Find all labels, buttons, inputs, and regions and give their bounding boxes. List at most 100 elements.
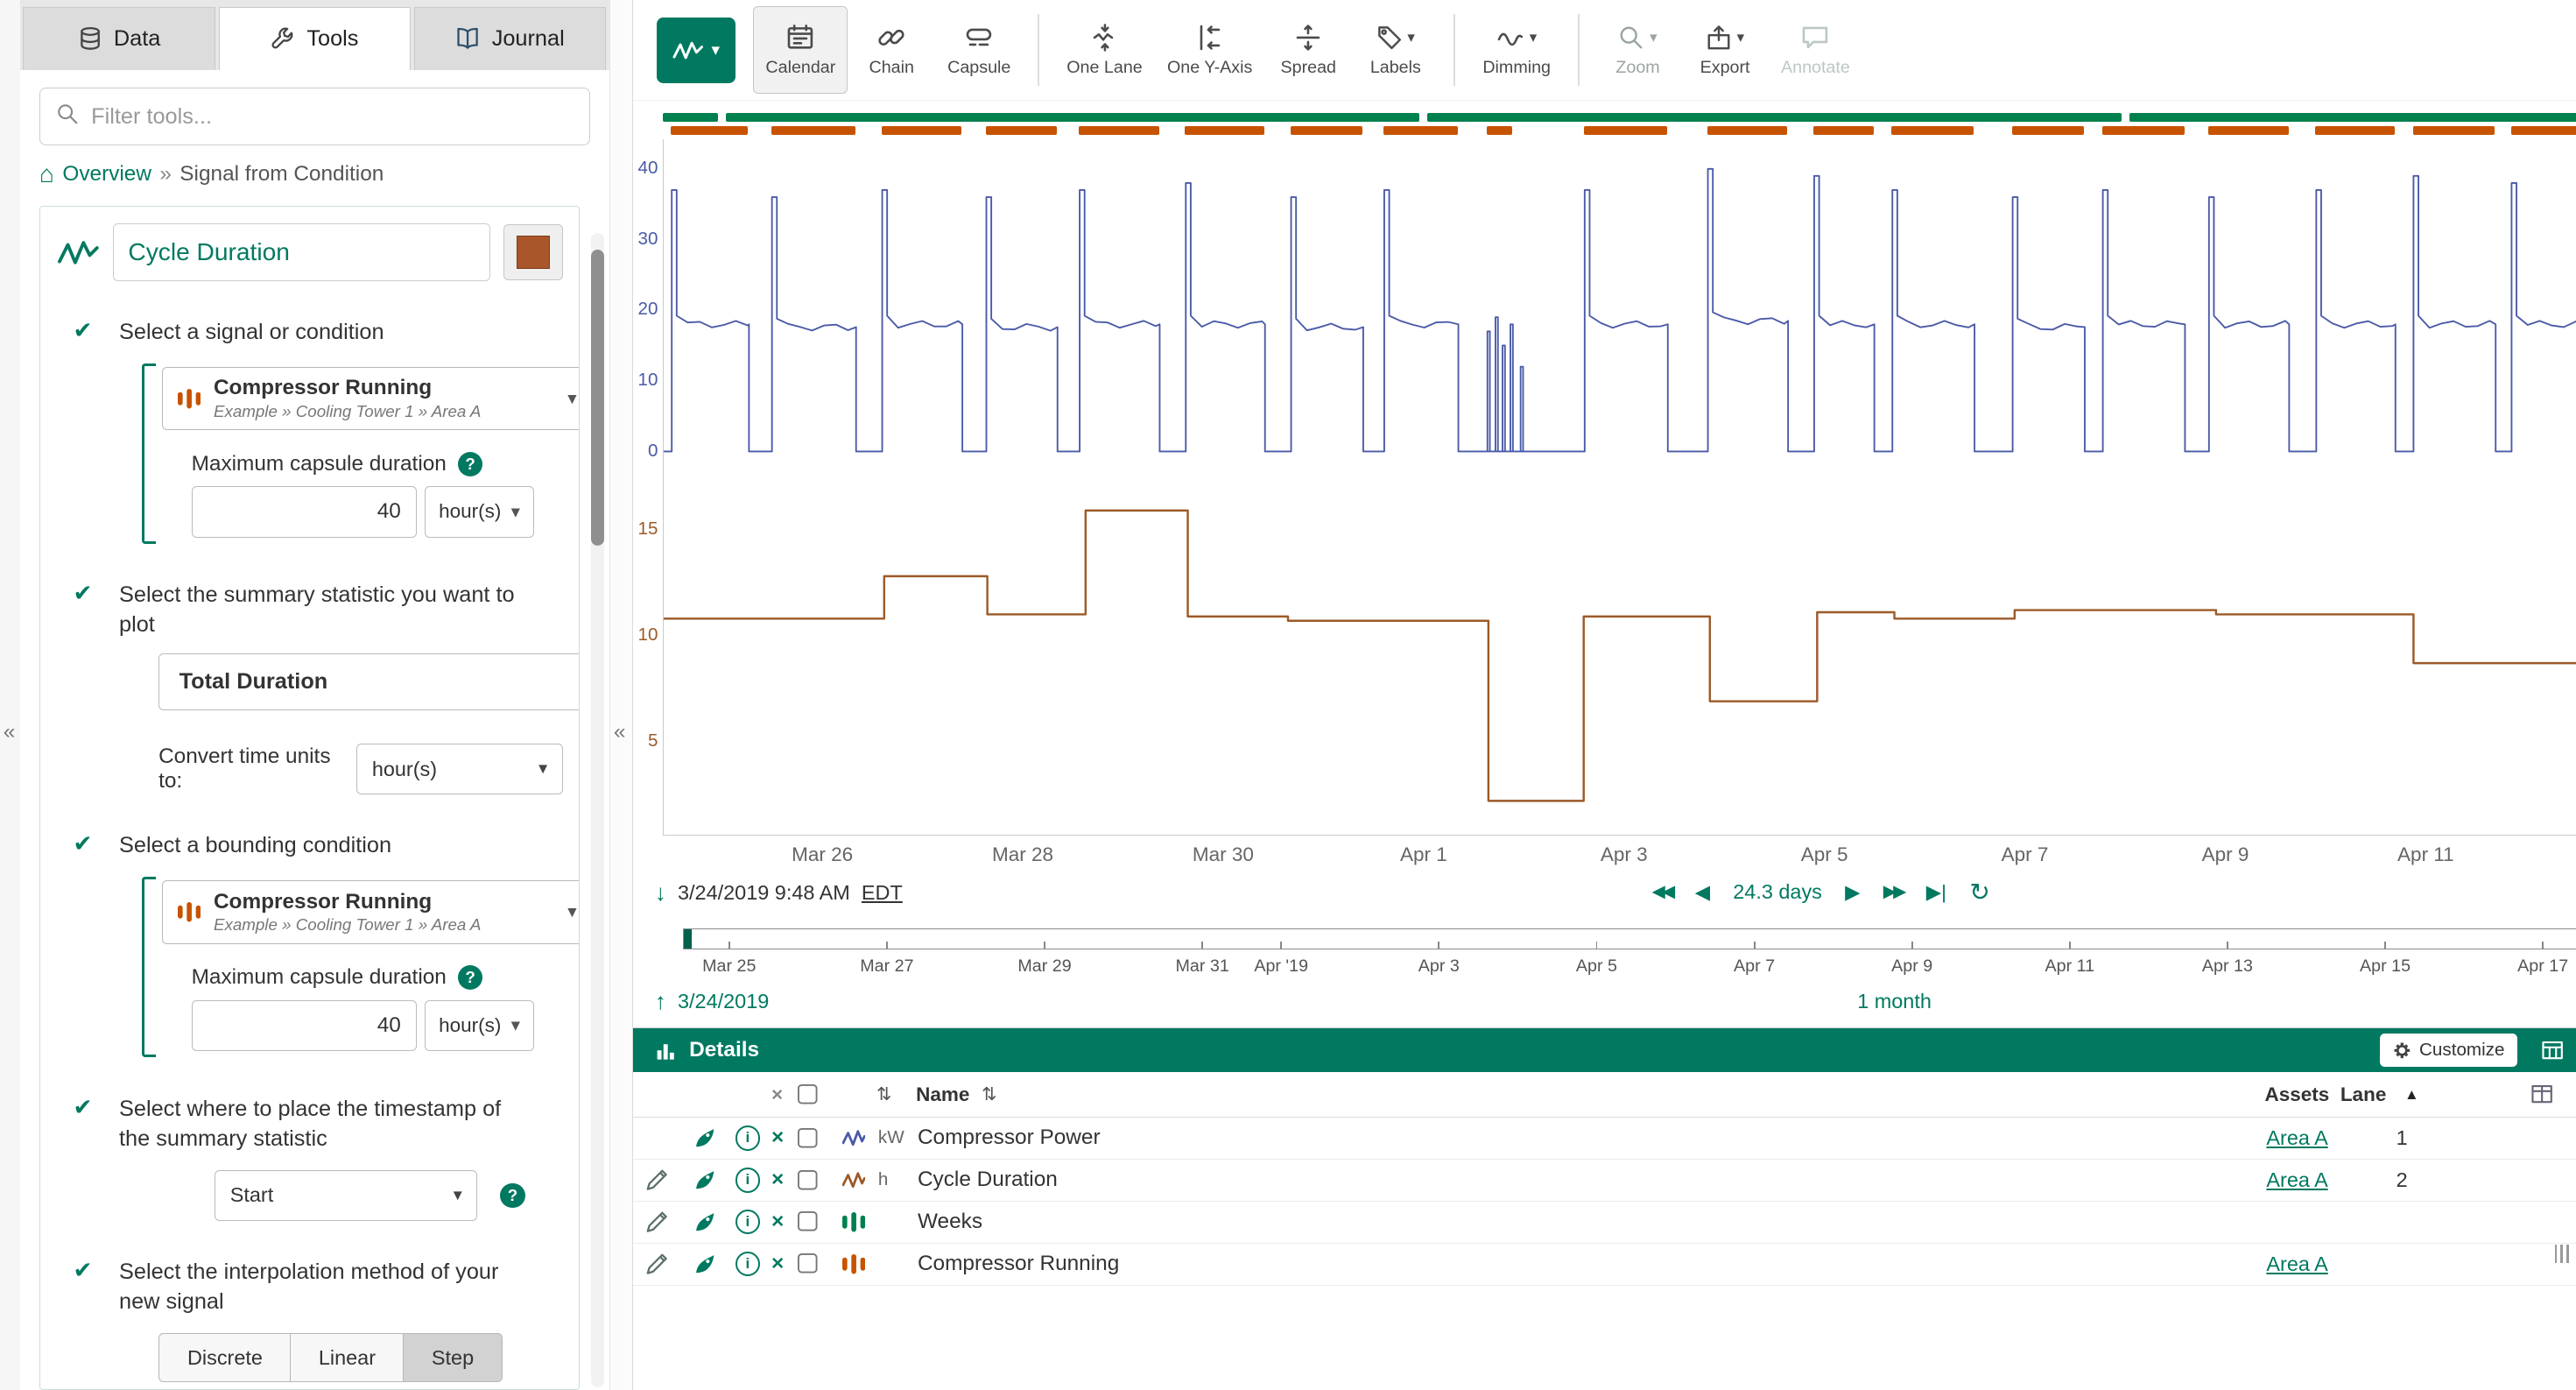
toolbar-one-lane-button[interactable]: One Lane	[1054, 6, 1155, 94]
column-name[interactable]: Name	[916, 1072, 969, 1117]
toolbar-capsule-button[interactable]: Capsule	[935, 6, 1023, 94]
info-icon[interactable]: i	[735, 1118, 760, 1159]
help-icon[interactable]: ?	[458, 965, 482, 990]
tab-data[interactable]: Data	[23, 7, 215, 70]
toolbar-export-button[interactable]: ▾ Export	[1681, 6, 1769, 94]
row-checkbox[interactable]	[798, 1127, 819, 1148]
duration-units-select-1[interactable]: hour(s) ▾	[425, 486, 534, 537]
column-assets[interactable]: Assets	[2265, 1072, 2330, 1117]
rocket-icon[interactable]	[694, 1202, 715, 1243]
step-to-end-button[interactable]: ▶|	[1926, 878, 1946, 907]
collapse-panel-icon[interactable]: «	[614, 720, 626, 744]
capsule-strip[interactable]	[663, 105, 2576, 138]
toolbar-spread-button[interactable]: Spread	[1265, 6, 1353, 94]
breadcrumb-overview[interactable]: Overview	[62, 162, 151, 187]
timebar-left-handle[interactable]	[684, 929, 692, 949]
timezone-link[interactable]: EDT	[862, 881, 903, 905]
column-lane[interactable]: Lane	[2340, 1072, 2387, 1117]
remove-icon[interactable]: ×	[771, 1118, 784, 1159]
step-back-button[interactable]: ◀	[1695, 878, 1710, 907]
info-icon[interactable]: i	[735, 1202, 760, 1243]
details-row-compressor-running[interactable]: i × Compressor Running Area A	[633, 1244, 2576, 1286]
display-range-start[interactable]: 3/24/2019 9:48 AM	[678, 881, 850, 905]
asset-link[interactable]: Area A	[2266, 1160, 2327, 1201]
tab-journal[interactable]: Journal	[414, 7, 607, 70]
sort-type-icon[interactable]: ⇅	[876, 1072, 891, 1117]
toolbar-one-y-axis-button[interactable]: One Y-Axis	[1155, 6, 1265, 94]
toolbar-chain-button[interactable]: Chain	[848, 6, 935, 94]
filter-tools-input[interactable]	[39, 88, 590, 145]
sort-name-icon[interactable]: ⇅	[982, 1072, 996, 1117]
remove-all-icon[interactable]: ×	[771, 1072, 783, 1117]
edit-icon[interactable]	[646, 1202, 667, 1243]
result-name-input[interactable]	[113, 223, 491, 281]
max-capsule-duration-input-1[interactable]	[192, 486, 417, 537]
toolbar-dimming-button[interactable]: ▾ Dimming	[1470, 6, 1563, 94]
step-back-much-button[interactable]: ◀◀	[1652, 878, 1672, 907]
row-checkbox[interactable]	[798, 1253, 819, 1274]
export-icon	[1706, 25, 1732, 51]
timestamp-select[interactable]: Start ▼	[215, 1170, 477, 1221]
max-capsule-duration-input-2[interactable]	[192, 1000, 417, 1051]
info-icon[interactable]: i	[735, 1160, 760, 1201]
toolbar-zoom-button[interactable]: ▾ Zoom	[1594, 6, 1682, 94]
details-row-compressor-power[interactable]: i × kW Compressor Power Area A 1	[633, 1118, 2576, 1160]
asset-link[interactable]: Area A	[2266, 1118, 2327, 1159]
select-all-checkbox[interactable]	[798, 1083, 819, 1104]
add-column-icon[interactable]	[2530, 1083, 2553, 1105]
duration-units-select-2[interactable]: hour(s) ▾	[425, 1000, 534, 1051]
details-row-weeks[interactable]: i × Weeks	[633, 1202, 2576, 1244]
customize-button[interactable]: Customize	[2380, 1034, 2517, 1067]
step-forward-button[interactable]: ▶	[1845, 878, 1860, 907]
details-resize-grip[interactable]	[2555, 1245, 2569, 1263]
collapse-left-icon[interactable]: «	[4, 720, 16, 744]
interp-step-button[interactable]: Step	[403, 1333, 503, 1381]
investigate-range-duration[interactable]: 1 month	[1857, 990, 1932, 1013]
rocket-icon[interactable]	[694, 1244, 715, 1285]
item-name[interactable]: Compressor Running	[918, 1244, 1119, 1285]
item-name[interactable]: Compressor Power	[918, 1118, 1101, 1159]
color-swatch-button[interactable]	[503, 224, 563, 280]
rocket-icon[interactable]	[694, 1160, 715, 1201]
rocket-icon[interactable]	[694, 1118, 715, 1159]
view-selector-button[interactable]: ▾	[657, 18, 735, 83]
row-checkbox[interactable]	[798, 1169, 819, 1190]
investigate-range-start[interactable]: 3/24/2019	[678, 990, 769, 1013]
remove-icon[interactable]: ×	[771, 1160, 784, 1201]
step-forward-much-button[interactable]: ▶▶	[1883, 878, 1904, 907]
refresh-icon[interactable]: ↻	[1969, 878, 1990, 907]
signal-trend-icon	[57, 236, 100, 268]
trend-plot[interactable]	[663, 139, 2576, 836]
search-icon	[56, 102, 79, 125]
toolbar-annotate-button[interactable]: Annotate	[1769, 6, 1862, 94]
display-range-duration[interactable]: 24.3 days	[1733, 880, 1822, 904]
remove-icon[interactable]: ×	[771, 1244, 784, 1285]
details-column-header: × ⇅ Name ⇅ Assets Lane ▲	[633, 1072, 2576, 1118]
toolbar-labels-button[interactable]: ▾ Labels	[1352, 6, 1439, 94]
help-icon[interactable]: ?	[458, 452, 482, 476]
condition-select-1[interactable]: Compressor Running Example » Cooling Tow…	[162, 367, 581, 431]
timebar-selection[interactable]	[683, 928, 2576, 949]
edit-icon[interactable]	[646, 1160, 667, 1201]
collapse-browse-strip[interactable]: «	[0, 0, 21, 1390]
edit-icon[interactable]	[646, 1244, 667, 1285]
interp-discrete-button[interactable]: Discrete	[158, 1333, 292, 1381]
item-name[interactable]: Weeks	[918, 1202, 982, 1243]
toolbar-calendar-button[interactable]: Calendar	[753, 6, 848, 94]
statistic-select[interactable]: Total Duration ▾	[158, 653, 580, 711]
convert-units-select[interactable]: hour(s) ▼	[356, 744, 563, 794]
panel-scrollbar-thumb[interactable]	[591, 250, 604, 546]
interp-linear-button[interactable]: Linear	[290, 1333, 405, 1381]
item-name[interactable]: Cycle Duration	[918, 1160, 1058, 1201]
collapse-tools-strip[interactable]: «	[609, 0, 633, 1390]
condition-select-2[interactable]: Compressor Running Example » Cooling Tow…	[162, 880, 581, 944]
table-view-icon[interactable]	[2541, 1039, 2564, 1062]
info-icon[interactable]: i	[735, 1244, 760, 1285]
tab-tools[interactable]: Tools	[219, 7, 412, 70]
help-icon[interactable]: ?	[500, 1183, 524, 1208]
asset-link[interactable]: Area A	[2266, 1244, 2327, 1285]
remove-icon[interactable]: ×	[771, 1202, 784, 1243]
row-checkbox[interactable]	[798, 1211, 819, 1232]
home-icon[interactable]: ⌂	[39, 165, 54, 185]
details-row-cycle-duration[interactable]: i × h Cycle Duration Area A 2	[633, 1160, 2576, 1202]
